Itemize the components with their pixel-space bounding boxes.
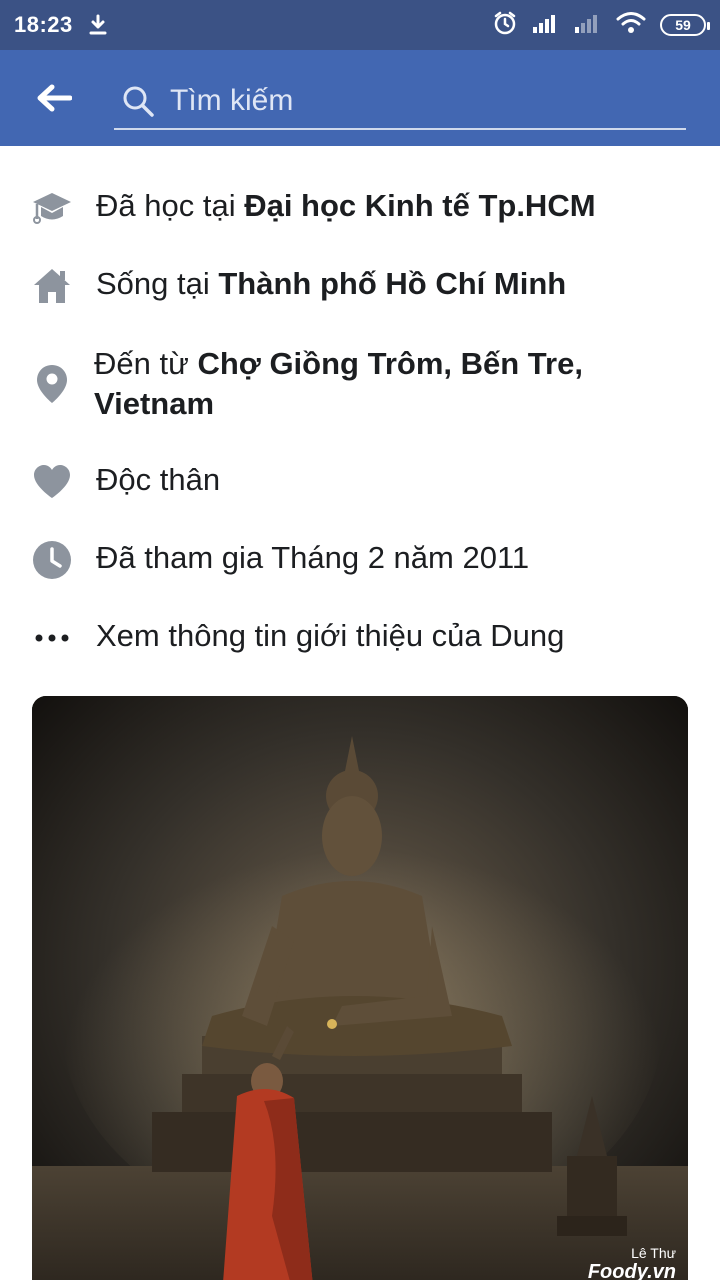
foody-watermark: Lê Thư Foody.vn [588,1245,676,1280]
search-placeholder: Tìm kiếm [170,84,294,117]
status-time: 18:23 [14,12,73,37]
intro-text-hometown: Đến từ Chợ Giồng Trôm, Bến Tre, Vietnam [94,344,614,424]
intro-bold: Đại học Kinh tế Tp.HCM [244,188,596,223]
photo-brand-label: Foody.vn [587,1261,676,1280]
intro-text-joined: Đã tham gia Tháng 2 năm 2011 [96,538,696,578]
intro-text-relationship: Độc thân [96,460,696,500]
clock-icon [30,538,74,582]
back-button[interactable] [34,78,74,118]
status-icons: 59 [492,10,710,41]
wifi-icon [616,11,646,40]
intro-prefix: Đã học tại [96,188,245,223]
search-header: Tìm kiếm [0,50,720,146]
education-icon [30,186,74,230]
home-icon [30,264,74,308]
back-arrow-icon [37,84,72,112]
intro-text-see-more: Xem thông tin giới thiệu của Dung [96,616,696,656]
profile-photo-card[interactable]: Lê Thư Foody.vn [32,696,688,1280]
buddha-photo [32,696,688,1280]
location-pin-icon [30,362,74,406]
heart-icon [30,460,74,504]
photo-user-label: Lê Thư [631,1245,676,1261]
battery-icon: 59 [660,14,710,36]
intro-bold: Thành phố Hồ Chí Minh [218,266,567,301]
intro-prefix: Đến từ [94,346,198,381]
intro-prefix: Đã tham gia Tháng 2 năm 2011 [96,540,530,575]
intro-text-education: Đã học tại Đại học Kinh tế Tp.HCM [96,186,696,226]
intro-text-home: Sống tại Thành phố Hồ Chí Minh [96,264,696,304]
search-input[interactable]: Tìm kiếm [114,74,686,130]
search-icon [118,81,158,121]
intro-prefix: Xem thông tin giới thiệu của Dung [96,618,565,653]
intro-prefix: Độc thân [96,462,221,497]
download-icon [87,12,109,38]
status-bar: 18:23 59 [0,0,720,50]
more-dots-icon [30,616,74,660]
alarm-icon [492,10,518,41]
battery-level: 59 [675,17,691,33]
signal-weak-icon [574,12,602,39]
intro-prefix: Sống tại [96,266,219,301]
signal-icon [532,12,560,39]
